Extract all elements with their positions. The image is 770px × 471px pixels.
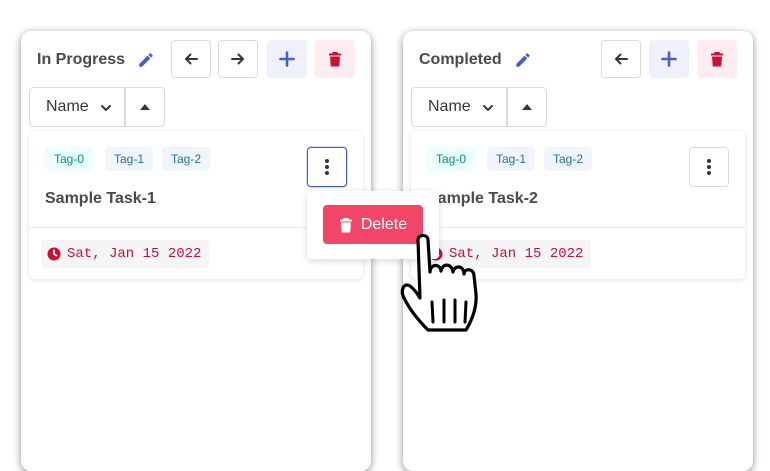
- card-menu-button[interactable]: [307, 147, 347, 187]
- due-date-badge: Sat, Jan 15 2022: [41, 240, 210, 268]
- chevron-down-icon: [483, 105, 493, 111]
- more-vertical-icon: [707, 159, 711, 175]
- tag: Tag-2: [162, 147, 211, 171]
- sort-select[interactable]: Name: [29, 87, 125, 127]
- sort-select-value: Name: [428, 98, 471, 115]
- arrow-left-icon: [185, 53, 198, 65]
- move-left-button[interactable]: [171, 40, 211, 78]
- sort-direction-button[interactable]: [125, 87, 165, 127]
- column-title: Completed: [419, 51, 502, 68]
- tag: Tag-1: [105, 147, 154, 171]
- caret-up-icon: [522, 104, 532, 110]
- arrow-right-icon: [231, 53, 244, 65]
- delete-column-button[interactable]: [315, 40, 355, 78]
- task-title: Sample Task-2: [427, 190, 538, 207]
- due-date-text: Sat, Jan 15 2022: [67, 246, 202, 262]
- arrow-left-icon: [615, 53, 628, 65]
- add-task-button[interactable]: [267, 40, 307, 78]
- delete-task-label: Delete: [360, 215, 408, 233]
- tag: Tag-0: [45, 147, 94, 171]
- tag: Tag-2: [544, 147, 593, 171]
- trash-icon: [329, 52, 341, 67]
- column-title: In Progress: [37, 51, 126, 68]
- hand-pointer-cursor-icon: [400, 233, 478, 332]
- add-task-button[interactable]: [649, 40, 689, 78]
- plus-icon: [661, 51, 677, 67]
- trash-icon: [339, 217, 352, 232]
- chevron-down-icon: [101, 105, 111, 111]
- caret-up-icon: [140, 104, 150, 110]
- tag: Tag-0: [427, 147, 476, 171]
- sort-direction-button[interactable]: [507, 87, 547, 127]
- card-divider: [411, 227, 745, 228]
- move-right-button[interactable]: [218, 40, 258, 78]
- move-left-button[interactable]: [601, 40, 641, 78]
- task-title: Sample Task-1: [45, 190, 156, 207]
- card-menu-button[interactable]: [689, 147, 729, 187]
- sort-select-value: Name: [46, 98, 89, 115]
- sort-select[interactable]: Name: [411, 87, 507, 127]
- pencil-icon[interactable]: [137, 51, 155, 69]
- trash-icon: [711, 52, 723, 67]
- more-vertical-icon: [325, 159, 329, 175]
- clock-icon: [47, 247, 61, 261]
- delete-column-button[interactable]: [697, 40, 737, 78]
- tag: Tag-1: [487, 147, 536, 171]
- plus-icon: [279, 51, 295, 67]
- pencil-icon[interactable]: [514, 51, 532, 69]
